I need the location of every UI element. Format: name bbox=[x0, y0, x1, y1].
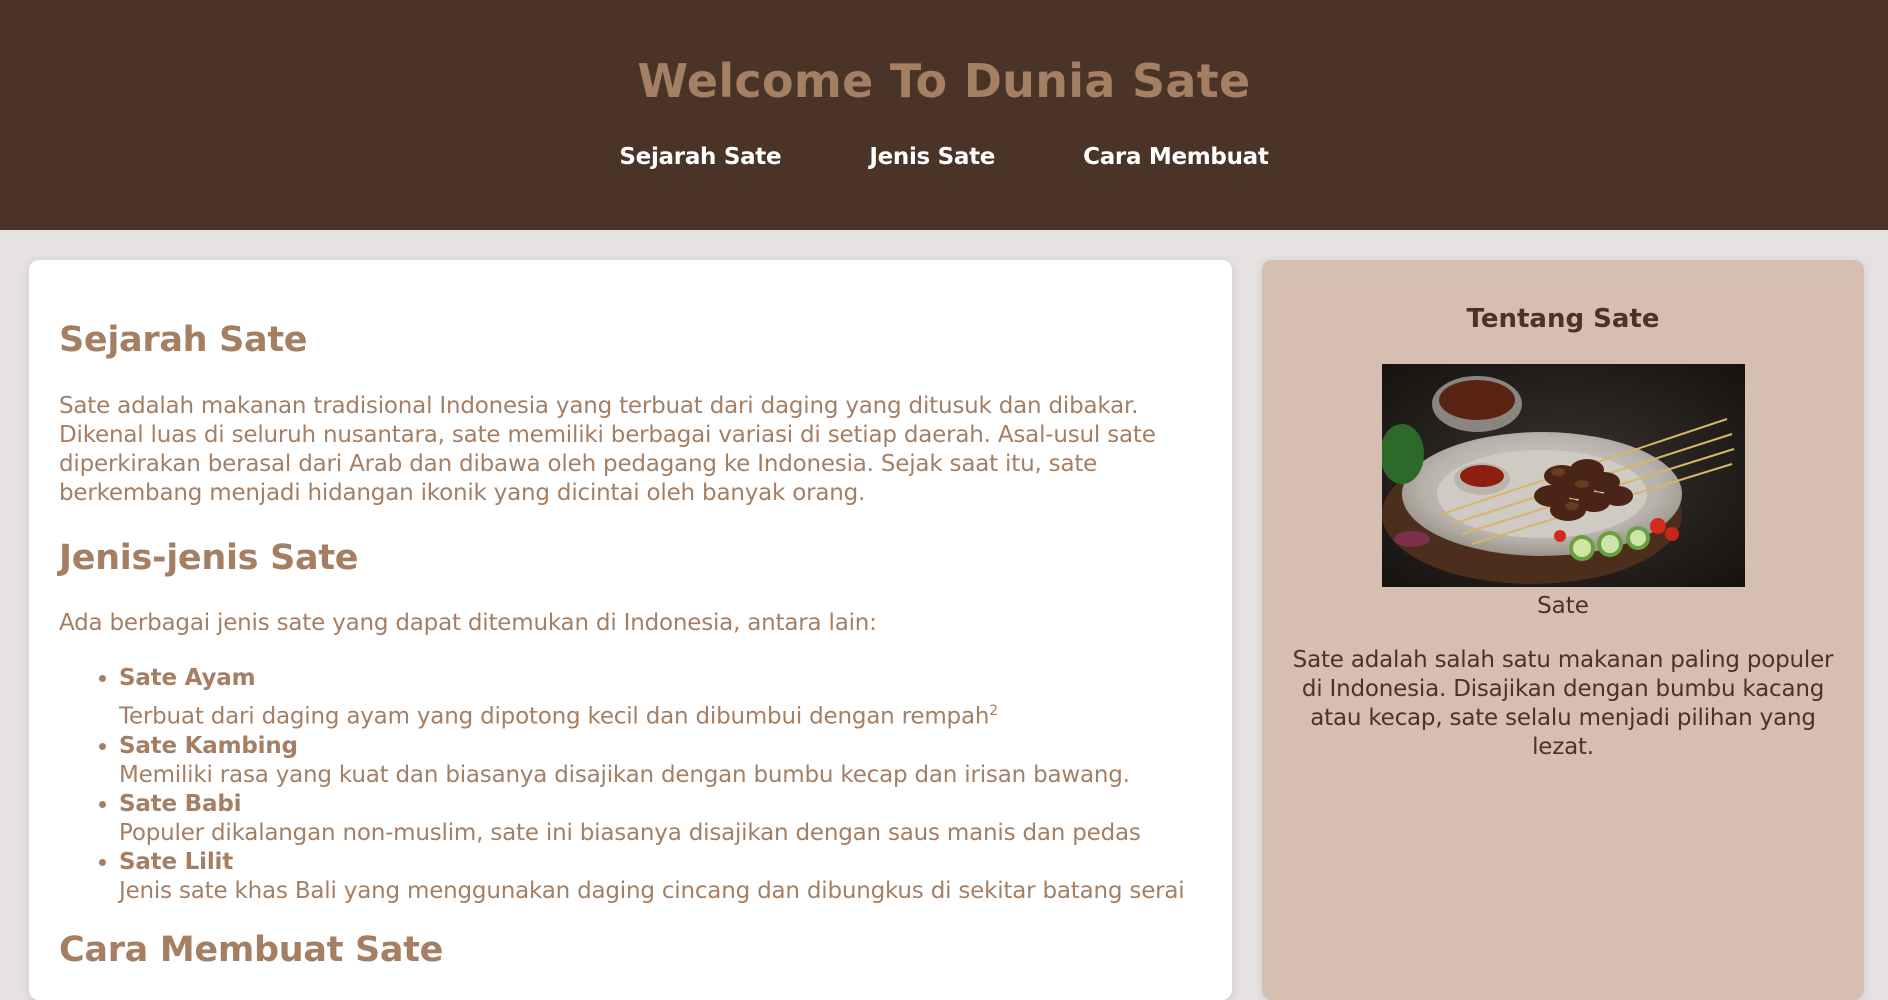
footnote-marker: 2 bbox=[989, 703, 998, 719]
sate-photo-illustration bbox=[1382, 364, 1745, 587]
list-item: Sate Babi Populer dikalangan non-muslim,… bbox=[119, 790, 1209, 848]
item-description: Terbuat dari daging ayam yang dipotong k… bbox=[119, 703, 998, 730]
sejarah-paragraph: Sate adalah makanan tradisional Indonesi… bbox=[59, 393, 1156, 506]
nav-link-sejarah-sate[interactable]: Sejarah Sate bbox=[619, 144, 781, 170]
item-name: Sate Kambing bbox=[119, 732, 298, 759]
sidebar-description: Sate adalah salah satu makanan paling po… bbox=[1292, 647, 1834, 760]
section-heading-jenis: Jenis-jenis Sate bbox=[59, 538, 359, 578]
site-title: Welcome To Dunia Sate bbox=[637, 54, 1251, 108]
nav-link-cara-membuat[interactable]: Cara Membuat bbox=[1083, 144, 1269, 170]
site-header: Welcome To Dunia Sate Sejarah Sate Jenis… bbox=[0, 0, 1888, 230]
item-name: Sate Ayam bbox=[119, 665, 256, 691]
sidebar-heading: Tentang Sate bbox=[1466, 304, 1660, 334]
item-description: Memiliki rasa yang kuat dan biasanya dis… bbox=[119, 761, 1130, 788]
item-description: Populer dikalangan non-muslim, sate ini … bbox=[119, 819, 1141, 846]
list-item: Sate Ayam Terbuat dari daging ayam yang … bbox=[119, 664, 1209, 732]
jenis-intro: Ada berbagai jenis sate yang dapat ditem… bbox=[59, 610, 877, 636]
sidebar-tentang-sate: Tentang Sate Sate Sate adalah salah satu… bbox=[1262, 260, 1864, 1000]
nav-link-jenis-sate[interactable]: Jenis Sate bbox=[869, 144, 995, 170]
item-name: Sate Lilit bbox=[119, 848, 233, 875]
item-description: Jenis sate khas Bali yang menggunakan da… bbox=[119, 877, 1185, 904]
item-name: Sate Babi bbox=[119, 790, 242, 817]
list-item: Sate Kambing Memiliki rasa yang kuat dan… bbox=[119, 732, 1209, 790]
section-heading-sejarah: Sejarah Sate bbox=[59, 320, 308, 360]
image-caption: Sate bbox=[1537, 593, 1589, 619]
main-nav: Sejarah Sate Jenis Sate Cara Membuat bbox=[0, 144, 1888, 170]
jenis-sate-list: Sate Ayam Terbuat dari daging ayam yang … bbox=[89, 664, 1209, 906]
section-heading-cara: Cara Membuat Sate bbox=[59, 930, 444, 970]
sate-image bbox=[1382, 364, 1745, 587]
list-item: Sate Lilit Jenis sate khas Bali yang men… bbox=[119, 848, 1209, 906]
